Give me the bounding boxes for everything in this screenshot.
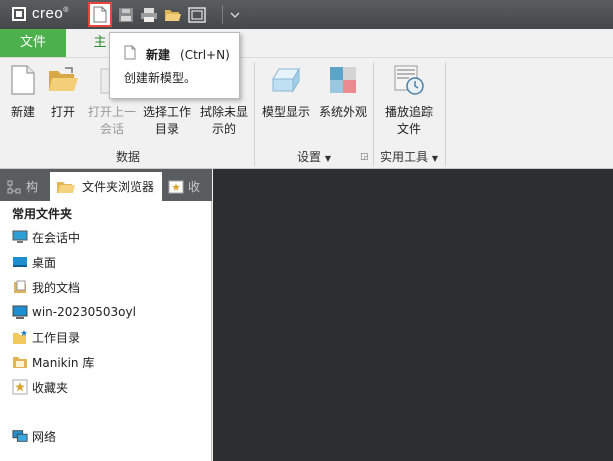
quick-save-button[interactable]	[115, 4, 137, 26]
favorites-icon	[168, 180, 184, 193]
app-logo-text: creo®	[32, 5, 69, 22]
new-button[interactable]: 新建	[4, 62, 42, 121]
ribbon-tab-row: 文件 主	[0, 29, 613, 57]
folder-item-network[interactable]: 网络	[12, 426, 56, 446]
tooltip-description: 创建新模型。	[124, 71, 197, 85]
new-file-icon	[11, 65, 35, 95]
favorites-tab-label: 收	[188, 180, 201, 194]
new-tooltip: 新建 (Ctrl+N) 创建新模型。	[109, 32, 240, 99]
model-tree-icon	[7, 180, 21, 193]
ribbon: 文件 主 新建 打开 打开上一 会话 选择工作 目录 拭除未显 示的 数据 模型…	[0, 29, 613, 169]
dialog-launcher-icon[interactable]: ◲	[360, 152, 369, 162]
windows-icon	[188, 7, 206, 23]
tab-model-tree[interactable]: 构	[6, 172, 38, 201]
tab-favorites[interactable]: 收	[168, 172, 200, 201]
appearance-icon	[330, 67, 356, 93]
new-button-label: 新建	[10, 105, 35, 119]
system-appearance-label: 系统外观	[318, 105, 367, 119]
tooltip-shortcut: (Ctrl+N)	[180, 48, 230, 62]
folder-item-computer[interactable]: win-20230503oyl	[12, 302, 136, 322]
folder-item-label: 我的文档	[32, 280, 81, 295]
folder-item-favorites[interactable]: 收藏夹	[12, 377, 68, 397]
system-appearance-button[interactable]: 系统外观	[316, 62, 370, 121]
folder-item-label: 工作目录	[32, 330, 81, 345]
favorites-icon	[12, 379, 28, 395]
group-label-utilities[interactable]: 实用工具 ▼	[374, 148, 444, 165]
folder-item-in-session[interactable]: 在会话中	[12, 227, 80, 247]
dropdown-icon	[230, 12, 240, 18]
model-display-label: 模型显示	[261, 105, 310, 119]
model-display-button[interactable]: 模型显示	[259, 62, 313, 121]
folder-item-label: 在会话中	[32, 230, 81, 245]
folder-item-manikin-library[interactable]: Manikin 库	[12, 352, 94, 372]
folder-item-label: Manikin 库	[32, 355, 95, 370]
folder-browser-tab-label: 文件夹浏览器	[82, 180, 155, 194]
folder-item-working-directory[interactable]: 工作目录	[12, 327, 80, 347]
save-icon	[119, 8, 133, 22]
common-folders-title: 常用文件夹	[12, 207, 73, 221]
customize-toolbar-button[interactable]	[224, 4, 246, 26]
folder-item-my-documents[interactable]: 我的文档	[12, 277, 80, 297]
open-icon	[165, 10, 181, 21]
folder-item-label: win-20230503oyl	[32, 305, 136, 319]
tab-file[interactable]: 文件	[0, 29, 66, 57]
open-button[interactable]: 打开	[44, 62, 82, 121]
erase-not-displayed-label: 拭除未显 示的	[199, 105, 248, 136]
documents-icon	[14, 280, 26, 293]
folder-item-label: 桌面	[32, 255, 57, 270]
group-label-data: 数据	[115, 150, 140, 164]
group-divider	[254, 62, 255, 166]
navigator-panel: 构 文件夹浏览器 收 常用文件夹 在会话中 桌面 我的文档 win-202305…	[0, 169, 212, 461]
group-label-settings[interactable]: 设置 ▼	[258, 148, 370, 165]
model-display-icon	[272, 67, 300, 93]
title-bar: creo®	[0, 0, 613, 29]
network-icon	[12, 430, 28, 442]
tooltip-title: 新建 (Ctrl+N)	[146, 48, 230, 62]
trail-file-icon	[394, 65, 424, 95]
quick-open-button[interactable]	[162, 4, 184, 26]
working-dir-icon	[13, 330, 27, 344]
graphics-area[interactable]	[213, 169, 613, 461]
folder-item-label: 网络	[32, 429, 57, 444]
toolbar-divider	[222, 5, 223, 24]
open-button-label: 打开	[50, 105, 75, 119]
open-last-session-label: 打开上一 会话	[87, 105, 136, 136]
library-icon	[13, 357, 27, 368]
group-divider	[445, 62, 446, 166]
select-working-dir-label: 选择工作 目录	[142, 105, 191, 136]
ribbon-panel: 新建 打开 打开上一 会话 选择工作 目录 拭除未显 示的 数据 模型显示 系统…	[0, 57, 613, 169]
quick-windows-button[interactable]	[186, 4, 208, 26]
creo-logo-icon	[12, 7, 26, 21]
navigator-tabs: 构 文件夹浏览器 收	[0, 169, 212, 201]
computer-icon	[12, 305, 28, 319]
model-tree-tab-label: 构	[26, 180, 39, 194]
print-icon	[141, 8, 157, 22]
new-icon	[124, 45, 136, 60]
new-icon	[93, 6, 107, 23]
folder-item-desktop[interactable]: 桌面	[12, 252, 56, 272]
monitor-icon	[12, 230, 28, 243]
playback-trail-button[interactable]: 播放追踪 文件	[379, 62, 439, 138]
open-folder-icon	[49, 67, 78, 91]
playback-trail-label: 播放追踪 文件	[384, 105, 433, 136]
desktop-icon	[13, 257, 27, 267]
folder-item-label: 收藏夹	[32, 380, 69, 395]
tab-folder-browser[interactable]: 文件夹浏览器	[50, 172, 163, 201]
folder-browser-icon	[57, 181, 75, 193]
quick-print-button[interactable]	[138, 4, 160, 26]
quick-new-button[interactable]	[88, 2, 112, 27]
